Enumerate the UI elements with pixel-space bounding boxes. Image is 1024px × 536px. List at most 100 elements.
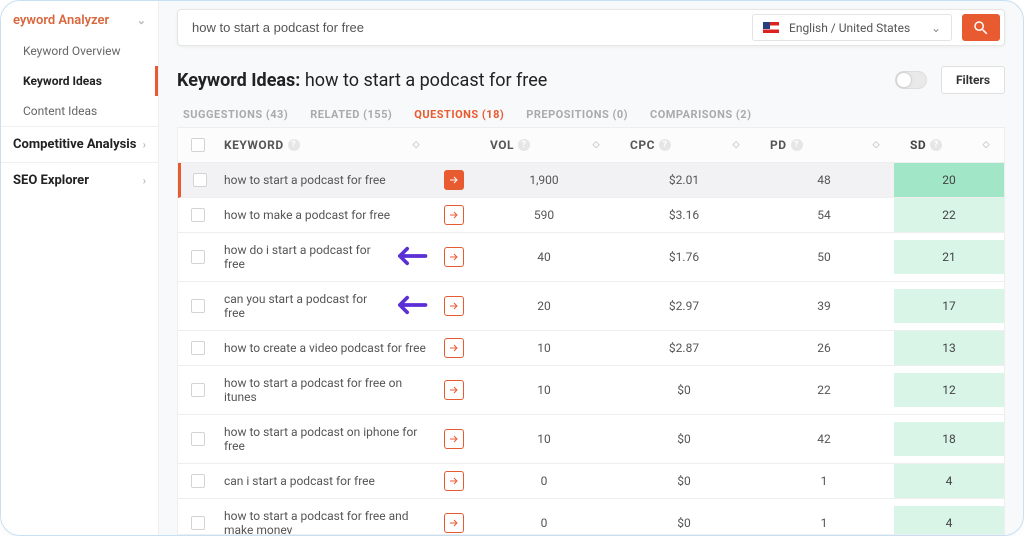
help-icon: ?: [791, 139, 803, 151]
table-row[interactable]: how to create a video podcast for free 10…: [178, 331, 1004, 366]
chevron-down-icon: ⌄: [137, 14, 146, 27]
sd-cell: 20: [894, 163, 1004, 197]
expand-icon[interactable]: [444, 338, 464, 358]
expand-icon[interactable]: [444, 170, 464, 190]
sort-icon: ◇: [733, 140, 748, 150]
pd-cell: 26: [754, 331, 894, 365]
cpc-cell: $3.16: [614, 198, 754, 232]
col-cpc[interactable]: CPC?◇: [614, 128, 754, 162]
vol-cell: 1,900: [474, 163, 614, 197]
tab-prepositions[interactable]: PREPOSITIONS (0): [526, 108, 628, 121]
keyword-cell: how to start a podcast for free and make…: [218, 499, 434, 535]
sidebar-item-content-ideas[interactable]: Content Ideas: [1, 96, 158, 126]
sd-cell: 13: [894, 331, 1004, 365]
chevron-right-icon: ›: [143, 138, 146, 151]
tab-related[interactable]: RELATED (155): [310, 108, 392, 121]
help-icon: ?: [288, 139, 300, 151]
expand-icon[interactable]: [444, 380, 464, 400]
chevron-right-icon: ›: [143, 174, 146, 187]
row-checkbox[interactable]: [191, 250, 205, 264]
cpc-cell: $1.76: [614, 240, 754, 274]
expand-icon[interactable]: [444, 296, 464, 316]
cpc-cell: $0: [614, 373, 754, 407]
cpc-cell: $2.87: [614, 331, 754, 365]
table-row[interactable]: can i start a podcast for free0$014: [178, 464, 1004, 499]
expand-icon[interactable]: [444, 205, 464, 225]
vol-cell: 0: [474, 506, 614, 535]
col-vol[interactable]: VOL?◇: [474, 128, 614, 162]
vol-cell: 10: [474, 331, 614, 365]
keyword-search-input[interactable]: [182, 14, 742, 41]
vol-cell: 10: [474, 422, 614, 456]
select-all-checkbox[interactable]: [191, 138, 205, 152]
pd-cell: 42: [754, 422, 894, 456]
keyword-cell: how to create a video podcast for free: [218, 331, 434, 365]
col-sd[interactable]: SD?◇: [894, 128, 1004, 162]
sort-icon: ◇: [593, 140, 608, 150]
sd-cell: 12: [894, 373, 1004, 407]
row-checkbox[interactable]: [191, 474, 205, 488]
expand-icon[interactable]: [444, 429, 464, 449]
sd-cell: 17: [894, 289, 1004, 323]
table-header: KEYWORD?◇ VOL?◇ CPC?◇ PD?◇ SD?◇: [178, 128, 1004, 163]
cpc-cell: $2.97: [614, 289, 754, 323]
sidebar-group-keyword-analyzer[interactable]: eyword Analyzer ⌄: [1, 5, 158, 36]
keyword-cell: can i start a podcast for free: [218, 464, 434, 498]
tabs: SUGGESTIONS (43) RELATED (155) QUESTIONS (…: [177, 108, 1005, 128]
expand-icon[interactable]: [444, 513, 464, 533]
row-checkbox[interactable]: [191, 341, 205, 355]
table-row[interactable]: how to start a podcast for free on itune…: [178, 366, 1004, 415]
chevron-down-icon: ⌄: [931, 21, 941, 35]
expand-icon[interactable]: [444, 471, 464, 491]
keyword-cell: how to make a podcast for free: [218, 198, 434, 232]
sidebar-section-seo-explorer[interactable]: SEO Explorer›: [1, 162, 158, 198]
vol-cell: 40: [474, 240, 614, 274]
view-toggle[interactable]: [895, 71, 927, 89]
sidebar-item-keyword-ideas[interactable]: Keyword Ideas: [1, 66, 158, 96]
table-row[interactable]: can you start a podcast for free20$2.973…: [178, 282, 1004, 331]
language-select[interactable]: English / United States ⌄: [752, 14, 952, 41]
cpc-cell: $2.01: [614, 163, 754, 197]
col-pd[interactable]: PD?◇: [754, 128, 894, 162]
keyword-cell: how do i start a podcast for free: [218, 233, 434, 281]
cpc-cell: $0: [614, 422, 754, 456]
filters-button[interactable]: Filters: [941, 66, 1005, 94]
keyword-cell: how to start a podcast for free on itune…: [218, 366, 434, 414]
page-title: Keyword Ideas: how to start a podcast fo…: [177, 70, 547, 91]
help-icon: ?: [518, 139, 530, 151]
tab-suggestions[interactable]: SUGGESTIONS (43): [183, 108, 288, 121]
table-row[interactable]: how to start a podcast for free and make…: [178, 499, 1004, 535]
row-checkbox[interactable]: [191, 516, 205, 530]
tab-comparisons[interactable]: COMPARISONS (2): [650, 108, 751, 121]
col-keyword[interactable]: KEYWORD?◇: [218, 128, 434, 162]
row-checkbox[interactable]: [191, 383, 205, 397]
sd-cell: 21: [894, 240, 1004, 274]
pd-cell: 1: [754, 464, 894, 498]
vol-cell: 590: [474, 198, 614, 232]
row-checkbox[interactable]: [191, 299, 205, 313]
pd-cell: 48: [754, 163, 894, 197]
sort-icon: ◇: [873, 140, 888, 150]
sidebar-item-keyword-overview[interactable]: Keyword Overview: [1, 36, 158, 66]
sidebar-section-competitive-analysis[interactable]: Competitive Analysis›: [1, 126, 158, 162]
main-content: English / United States ⌄ Keyword Ideas:…: [159, 1, 1023, 535]
table-row[interactable]: how to make a podcast for free590$3.1654…: [178, 198, 1004, 233]
search-icon: [972, 19, 990, 37]
pd-cell: 22: [754, 373, 894, 407]
expand-icon[interactable]: [444, 247, 464, 267]
table-row[interactable]: how to start a podcast for free 1,900$2.0…: [178, 163, 1004, 198]
search-button[interactable]: [962, 14, 1000, 41]
tab-questions[interactable]: QUESTIONS (18): [414, 108, 504, 121]
pd-cell: 39: [754, 289, 894, 323]
row-checkbox[interactable]: [193, 173, 207, 187]
language-label: English / United States: [789, 21, 910, 35]
table-row[interactable]: how to start a podcast on iphone for fre…: [178, 415, 1004, 464]
keyword-table: KEYWORD?◇ VOL?◇ CPC?◇ PD?◇ SD?◇ how to s…: [177, 128, 1005, 535]
keyword-cell: how to start a podcast on iphone for fre…: [218, 415, 434, 463]
row-checkbox[interactable]: [191, 208, 205, 222]
row-checkbox[interactable]: [191, 432, 205, 446]
table-row[interactable]: how do i start a podcast for free 40$1.76…: [178, 233, 1004, 282]
keyword-cell: how to start a podcast for free: [218, 163, 434, 197]
keyword-cell: can you start a podcast for free: [218, 282, 434, 330]
flag-us-icon: [763, 22, 779, 33]
